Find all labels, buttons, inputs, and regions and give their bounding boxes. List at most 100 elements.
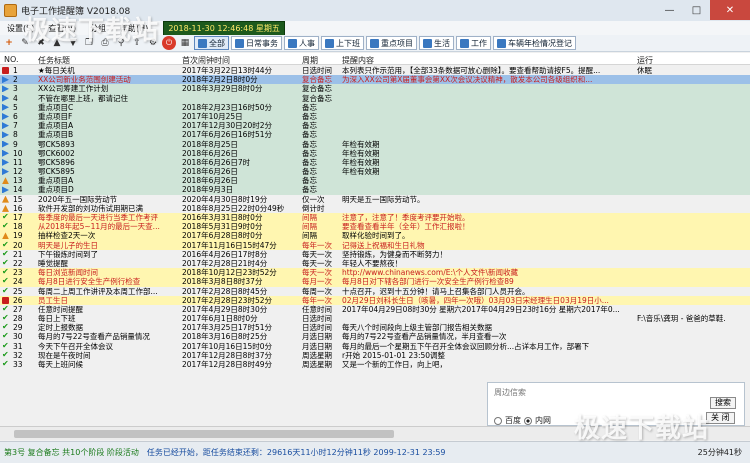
cell-run: 休眠 — [637, 66, 652, 75]
cell-first-alarm: 2018年6月26日7时 — [182, 157, 251, 167]
cell-content: 年检有效期 — [342, 157, 380, 167]
table-row[interactable]: ✔ 17 每季度的最后一天进行当季工作考评 2016年3月31日8时0分 间隔 注意了，注… — [0, 213, 750, 223]
table-row[interactable]: ✔ 18 从2018年起5~11月的最后一天查... 2018年5月31日9时0分 间隔… — [0, 222, 750, 232]
add-icon[interactable]: + — [2, 36, 16, 50]
play-icon — [2, 158, 9, 166]
cell-title: 定时上报数据 — [38, 323, 83, 333]
cell-content: 每天八个时间段向上级主管部门报告相关数据 — [342, 323, 492, 333]
cell-title: 软件开发部的刘功伟试用期已满 — [38, 203, 143, 213]
table-row[interactable]: 9 鄂CK5893 2018年8月25日 备忘 年检有效期 — [0, 139, 750, 149]
table-row[interactable]: ✔ 20 明天是儿子的生日 2017年11月16日15时47分 每年一次 记得送上祝福和生… — [0, 240, 750, 250]
table-row[interactable]: 4 不管在哪里上班，都请记住 复合备忘 — [0, 93, 750, 103]
close-icon[interactable]: ✕ — [710, 0, 750, 20]
table-row[interactable]: ✔ 24 每月8日进行安全生产例行检查 2018年3月8日8时37分 每月一次 每月8日对… — [0, 277, 750, 287]
cell-cycle: 每天一次 — [302, 268, 332, 278]
search-button[interactable]: 搜索 — [710, 397, 736, 409]
table-row[interactable]: ✔ 29 定时上报数据 2017年3月25日17时51分 日选时间 每天八个时间段向上级主… — [0, 323, 750, 332]
tab-key-projects[interactable]: 重点项目 — [366, 36, 417, 50]
play-icon — [2, 122, 9, 130]
cell-title: 重点项目F — [38, 111, 73, 121]
cell-no: 9 — [13, 139, 18, 149]
table-row[interactable]: 14 重点项目D 2018年9月3日 备忘 — [0, 185, 750, 195]
col-no[interactable]: NO. — [4, 55, 19, 64]
col-run[interactable]: 运行 — [637, 55, 653, 66]
table-row[interactable]: 10 鄂CK6002 2018年6月26日 备忘 年检有效期 — [0, 148, 750, 158]
table-row[interactable]: ✔ 32 现在是午夜时间 2017年12月28日8时37分 周选星期 r开始 2015-0… — [0, 351, 750, 360]
cell-content: 要查看查看半年（全年）工作汇报啦！ — [342, 222, 470, 232]
table-row[interactable]: ✔ 25 每周二上周工作讲评及本周工作部... 2017年2月28日8时45分 每周一次… — [0, 287, 750, 296]
cell-cycle: 复合备忘 — [302, 93, 332, 103]
cell-title: 睡觉提醒 — [38, 258, 68, 268]
table-row[interactable]: 26 员工生日 2017年2月28日23时52分 每年一次 02月29日刘科长生日（咳暑… — [0, 295, 750, 305]
table-row[interactable]: 16 软件开发部的刘功伟试用期已满 2018年8月25日22时0分49秒 倒计时 — [0, 204, 750, 213]
tab-commute[interactable]: 上下班 — [321, 36, 364, 50]
cell-no: 15 — [13, 194, 23, 204]
cell-title: 员工生日 — [38, 295, 68, 305]
table-row[interactable]: 15 2020年五一国际劳动节 2020年4月30日8时19分 仅一次 明天是五一国际劳… — [0, 195, 750, 204]
cell-title: 不管在哪里上班，都请记住 — [38, 93, 128, 103]
tab-daily[interactable]: 日常事务 — [231, 36, 282, 50]
table-row[interactable]: 6 重点项目F 2017年10月25日 备忘 — [0, 111, 750, 122]
radio-intranet[interactable]: 内网 — [524, 415, 551, 426]
table-row[interactable]: 5 重点项目C 2018年2月23日16时50分 备忘 — [0, 102, 750, 112]
table-row[interactable]: 2 XX公司新业务范围创建活动 2018年2月2日8时0分 复合备忘 为深入XX公司第X… — [0, 75, 750, 85]
cell-cycle: 每天一次 — [302, 249, 332, 259]
tab-vehicle-inspection[interactable]: 车辆年检情况登记 — [493, 36, 576, 50]
cell-no: 14 — [13, 185, 23, 195]
cell-cycle: 周选星期 — [302, 360, 332, 369]
cell-cycle: 备忘 — [302, 139, 317, 149]
folder-icon — [423, 38, 432, 48]
stop-icon — [2, 296, 9, 304]
table-row[interactable]: ✔ 21 下午锻炼时间到了 2016年4月26日17时8分 每天一次 坚持锻炼，为健身而不… — [0, 250, 750, 259]
radio-baidu[interactable]: 百度 — [494, 415, 521, 426]
check-icon: ✔ — [2, 240, 9, 249]
table-header: NO. 任务标题 首次闹钟时间 周期 提醒内容 运行 — [0, 53, 750, 65]
cell-title: 抽样检查2天一次 — [38, 231, 96, 241]
grid-icon[interactable]: ▦ — [178, 36, 192, 50]
cell-content: 每月的最后一个星期五下午召开全体会议回顾分析...占详本月工作，部署下 — [342, 341, 590, 351]
check-icon: ✔ — [2, 350, 9, 359]
cell-cycle: 备忘 — [302, 130, 317, 140]
cell-first-alarm: 2017年10月25日 — [182, 111, 243, 121]
table-row[interactable]: ✔ 28 每日上下班 2017年6月1日8时0分 日选时间 F:\音乐\龚玥 - 爸爸的草… — [0, 314, 750, 323]
datetime-display: 2018-11-30 12:46:48 星期五 — [163, 20, 285, 36]
folder-icon — [497, 38, 506, 48]
table-row[interactable]: 7 重点项目A 2017年12月30日20时2分 备忘 — [0, 121, 750, 131]
table-row[interactable]: 11 鄂CK5896 2018年6月26日7时 备忘 年检有效期 — [0, 157, 750, 168]
table-row[interactable]: ✔ 23 每日浏览新闻时间 2018年10月12日23时52分 每天一次 http://w… — [0, 268, 750, 278]
table-row[interactable]: 19 抽样检查2天一次 2017年6月28日8时0分 间隔 取样化验时间到了。 — [0, 231, 750, 241]
table-row[interactable]: ✔ 30 每月的7号22号查看产品销量情况 2018年3月16日8时25分 月选日期 每月… — [0, 332, 750, 341]
cell-content: 年检有效期 — [342, 139, 380, 149]
cell-title: 重点项目C — [38, 102, 74, 112]
power-icon[interactable]: ⏻ — [162, 36, 176, 50]
table-row[interactable]: 8 重点项目B 2017年6月26日16时51分 备忘 — [0, 130, 750, 140]
col-title[interactable]: 任务标题 — [38, 55, 70, 66]
table-row[interactable]: 1 ★每日关机 2017年3月22日13时44分 日选时间 本列表只作示范用，【全部33… — [0, 66, 750, 75]
cell-content: r开始 2015-01-01 23:50调整 — [342, 350, 446, 360]
cell-cycle: 倒计时 — [302, 203, 325, 213]
col-cycle[interactable]: 周期 — [302, 55, 318, 66]
table-row[interactable]: 3 XX公司筹建工作计划 2018年3月29日8时0分 复合备忘 — [0, 84, 750, 94]
cell-no: 21 — [13, 249, 23, 259]
col-first-alarm[interactable]: 首次闹钟时间 — [182, 55, 230, 66]
maximize-icon[interactable]: □ — [683, 0, 710, 20]
cell-no: 30 — [13, 332, 23, 342]
cell-cycle: 每年一次 — [302, 240, 332, 250]
tab-work[interactable]: 工作 — [456, 36, 491, 50]
table-row[interactable]: 12 鄂CK5895 2018年6月26日 备忘 年检有效期 — [0, 167, 750, 177]
tab-all[interactable]: 全部 — [194, 36, 229, 50]
play-icon — [2, 186, 9, 194]
table-row[interactable]: ✔ 22 睡觉提醒 2017年2月28日21时4分 每天一次 年轻人不要熬夜！ — [0, 259, 750, 268]
close-panel-button[interactable]: 关 闭 — [706, 412, 735, 424]
table-row[interactable]: ✔ 27 任意时间提醒 2017年4月29日8时30分 任意时间 2017年04月29日0… — [0, 305, 750, 314]
radio-icon — [494, 416, 502, 425]
scrollbar-thumb[interactable] — [14, 430, 394, 438]
cell-no: 12 — [13, 167, 23, 177]
tab-life[interactable]: 生活 — [419, 36, 454, 50]
table-row[interactable]: ✔ 33 每天上班问候 2017年12月28日8时49分 周选星期 又是一个新的工作日，向… — [0, 360, 750, 369]
table-row[interactable]: 13 重点项目A 2018年6月26日 备忘 — [0, 176, 750, 186]
table-row[interactable]: ✔ 31 今天下午召开全体会议 2017年10月16日15时0分 月选日期 每月的最后一个… — [0, 342, 750, 351]
tab-personnel[interactable]: 人事 — [284, 36, 319, 50]
col-content[interactable]: 提醒内容 — [342, 55, 374, 66]
minimize-icon[interactable]: — — [656, 0, 683, 20]
